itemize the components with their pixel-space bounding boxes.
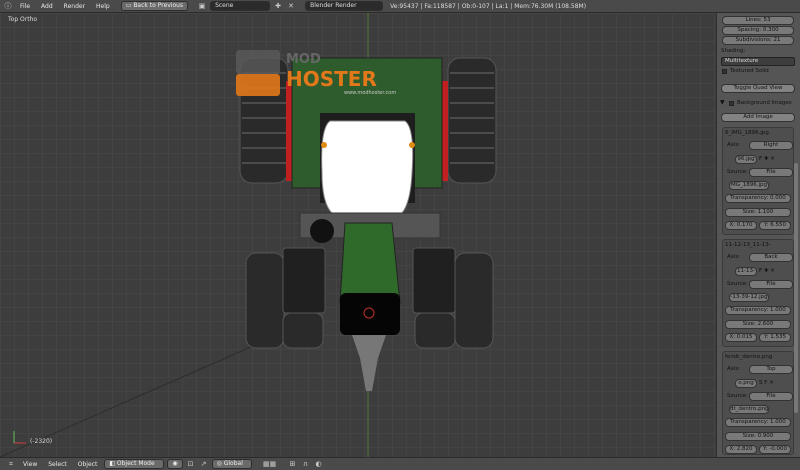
y-offset-field[interactable]: Y: -0.000 [759,445,791,454]
transparency-field[interactable]: Transparency: 1.000 [725,418,791,427]
axis-select[interactable]: Right [749,141,793,150]
globe-icon: ◎ [216,460,224,467]
frame-indicator: (-2320) [30,438,53,445]
bg-image-1: 6_IMG_1896.jpg Axis: Right 96.jpg F ✚ ✕ … [722,127,794,235]
filename-field[interactable]: dt_dentro.png [729,405,769,414]
properties-panel: Lines: 53 Spacing: 0.300 Subdivisions: 2… [716,13,800,457]
shading-icon: ◉ [172,460,178,467]
source-select[interactable]: File [749,280,793,289]
source-label: Source: [727,169,748,175]
shading-dropdown[interactable]: Multitexture [721,57,795,66]
menu-render[interactable]: Render [60,3,89,10]
view-type-icon[interactable]: ⌗ [6,459,16,469]
x-offset-field[interactable]: X: 0.170 [725,221,757,230]
orientation-select[interactable]: ◎ Global [211,459,252,469]
background-images-checkbox[interactable] [729,101,734,106]
back-to-previous-button[interactable]: ▭ Back to Previous [120,1,189,11]
axis-label: Axis: [727,366,741,372]
pivot-icon[interactable]: ⊡ [186,459,196,469]
panel-scrollbar[interactable] [794,163,798,413]
grid-spacing-field[interactable]: Spacing: 0.300 [722,26,794,35]
axis-select[interactable]: Back [749,253,793,262]
mode-select[interactable]: ◧ Object Mode [104,459,165,469]
shading-select[interactable]: ◉ [167,459,183,469]
filename-field[interactable]: MG_1896.jpg [729,181,769,190]
scene-selector[interactable]: Scene [210,1,271,11]
image-controls[interactable]: S F ✕ [759,380,774,386]
menu-help[interactable]: Help [92,3,114,10]
source-select[interactable]: File [749,392,793,401]
snap-icon[interactable]: ∩ [301,459,311,469]
watermark-logo-top [236,50,280,74]
toggle-quad-view-button[interactable]: Toggle Quad View [721,84,795,93]
background-images-label: Background Images [737,100,792,106]
menu-file[interactable]: File [16,3,34,10]
shading-label: Shading: [721,48,746,54]
grid-subdivisions-field[interactable]: Subdivisions: 21 [722,36,794,45]
modhoster-watermark: MOD HOSTER www.modhoster.com [236,50,406,100]
lock-icon[interactable]: ⊞ [288,459,298,469]
size-field[interactable]: Size: 0.900 [725,432,791,441]
image-file-field[interactable]: 96.jpg [735,155,757,164]
top-header: ⓘ File Add Render Help ▭ Back to Previou… [0,0,800,13]
scene-stats: Ve:95437 | Fa:118587 | Ob:0-107 | La:1 |… [390,2,587,10]
x-offset-field[interactable]: X: 0.015 [725,333,757,342]
textured-solid-checkbox[interactable] [722,69,727,74]
axis-label: Axis: [727,254,741,260]
image-file-field[interactable]: o.png [735,379,757,388]
close-scene-icon[interactable]: ✕ [286,1,296,11]
scene-icon[interactable]: ▣ [197,1,207,11]
transparency-field[interactable]: Transparency: 0.000 [725,194,791,203]
collapse-arrow-icon[interactable]: ▼ [720,99,725,106]
info-icon[interactable]: ⓘ [3,1,13,11]
size-field[interactable]: Size: 2.600 [725,320,791,329]
bg-image-2: 11-12-13_11-13- Axis: Back 11-13- F ✚ ✕ … [722,239,794,347]
viewport-header: ⌗ View Select Object ◧ Object Mode ◉ ⊡ ↗… [0,457,800,470]
menu-add[interactable]: Add [37,3,57,10]
bg-image-3-name[interactable]: fendt_dentro.png [725,354,772,360]
3d-viewport[interactable]: Top Ortho MOD HOSTER www.modhoster.com (… [0,13,716,457]
source-select[interactable]: File [749,168,793,177]
grid-lines-field[interactable]: Lines: 53 [722,16,794,25]
bg-image-3: fendt_dentro.png Axis: Top o.png S F ✕ S… [722,351,794,455]
axis-select[interactable]: Top [749,365,793,374]
layers-icon[interactable]: ▦▦ [255,459,285,469]
transparency-field[interactable]: Transparency: 1.000 [725,306,791,315]
source-label: Source: [727,281,748,287]
bg-image-2-name[interactable]: 11-12-13_11-13- [725,242,771,248]
x-offset-field[interactable]: X: 2.820 [725,445,757,454]
add-scene-icon[interactable]: ✚ [273,1,283,11]
image-file-field[interactable]: 11-13- [735,267,757,276]
menu-object[interactable]: Object [74,461,102,468]
bg-image-1-name[interactable]: 6_IMG_1896.jpg [725,130,769,136]
size-field[interactable]: Size: 1.100 [725,208,791,217]
axis-label: Axis: [727,142,741,148]
image-controls[interactable]: F ✚ ✕ [759,156,775,162]
source-label: Source: [727,393,748,399]
filename-field[interactable]: -13-39-12.jpg [729,293,769,302]
render-engine-select[interactable]: Blender Render [305,1,384,11]
object-mode-icon: ◧ [109,460,117,467]
render-icon[interactable]: ◐ [314,459,324,469]
image-controls[interactable]: F ✚ ✕ [759,268,775,274]
watermark-logo-badge [236,74,280,96]
y-offset-field[interactable]: Y: 1.535 [759,333,791,342]
add-image-button[interactable]: Add Image [721,113,795,122]
watermark-url: www.modhoster.com [344,90,397,96]
watermark-hoster: HOSTER [286,67,377,91]
menu-view[interactable]: View [19,461,41,468]
manipulator-icon[interactable]: ↗ [199,459,209,469]
menu-select[interactable]: Select [44,461,71,468]
y-offset-field[interactable]: Y: 6.550 [759,221,791,230]
textured-solid-label: Textured Solid [730,68,769,74]
watermark-mod: MOD [286,52,321,67]
